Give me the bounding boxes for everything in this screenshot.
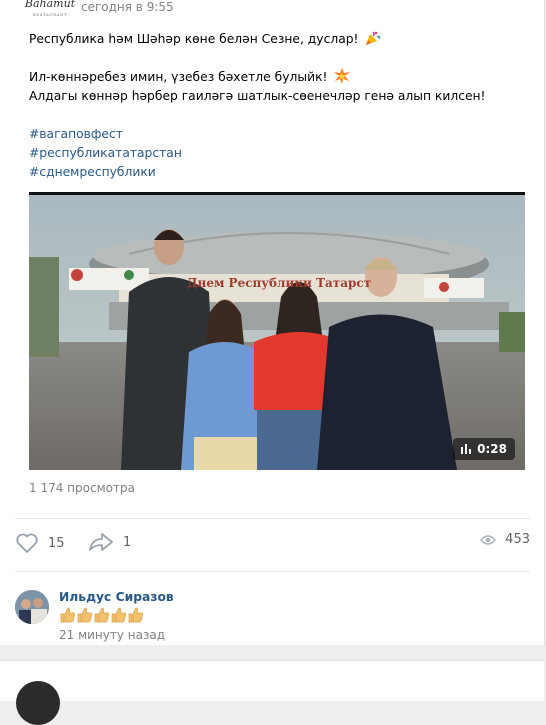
- logo-subtext: RESTAURANT: [32, 12, 68, 17]
- hashtag-link[interactable]: #республикататарстан: [29, 146, 182, 160]
- hashtag-link[interactable]: #вагаповфест: [29, 127, 123, 141]
- logo-text: Bahamut: [24, 0, 76, 10]
- post-line: Ил-көннәребез имин, үзебез бәхетле булый…: [29, 68, 529, 87]
- thumbs-up-icon: [94, 607, 109, 623]
- post-card: Bahamut RESTAURANT сегодня в 9:55 Респуб…: [0, 0, 545, 645]
- thumbs-up-icon: [128, 607, 143, 623]
- collision-icon: [334, 68, 351, 84]
- comment-item: Ильдус Сиразов 21 минуту назад: [15, 588, 530, 642]
- post-timestamp[interactable]: сегодня в 9:55: [81, 0, 174, 14]
- party-popper-icon: [366, 31, 381, 45]
- share-arrow-icon: [89, 533, 113, 551]
- heart-icon: [16, 533, 38, 553]
- views-indicator: 453: [480, 532, 530, 547]
- comment-time[interactable]: 21 минуту назад: [59, 628, 165, 642]
- video-banner-text: Днем Республики Татарст: [186, 276, 372, 290]
- comment-author[interactable]: Ильдус Сиразов: [59, 590, 174, 604]
- views-count: 453: [505, 532, 530, 547]
- post-line: Республика һәм Шәһәр көне белән Сезне, д…: [29, 30, 529, 49]
- video-duration-badge: 0:28: [453, 438, 515, 460]
- post-actions: 15 1 453: [15, 532, 530, 558]
- thumbs-up-icon: [77, 607, 92, 623]
- next-post-card: [0, 660, 544, 725]
- avatar[interactable]: [15, 590, 49, 624]
- post-line-text: Республика һәм Шәһәр көне белән Сезне, д…: [29, 32, 359, 46]
- post-line-text: Ил-көннәребез имин, үзебез бәхетле булый…: [29, 70, 328, 84]
- video-thumbnail: [29, 192, 525, 470]
- post-text: Республика һәм Шәһәр көне белән Сезне, д…: [29, 30, 529, 182]
- video-views-count: 1 174 просмотра: [29, 481, 135, 495]
- eye-icon: [480, 534, 497, 545]
- shares-count: 1: [123, 534, 132, 550]
- thumbs-up-icon: [111, 607, 126, 623]
- comment-reaction: [59, 607, 143, 625]
- thumbs-up-icon: [60, 607, 75, 623]
- post-line: Алдагы көннәр һәрбер гаиләгә шатлык-сөен…: [29, 87, 529, 106]
- video-duration: 0:28: [477, 442, 507, 456]
- avatar-image: [15, 590, 49, 624]
- community-logo[interactable]: Bahamut RESTAURANT: [24, 0, 76, 18]
- divider: [15, 571, 530, 572]
- video-player[interactable]: Днем Республики Татарст 0:28: [29, 192, 525, 470]
- post-line-text: Алдагы көннәр һәрбер гаиләгә шатлык-сөен…: [29, 89, 486, 103]
- share-button[interactable]: 1: [88, 532, 131, 552]
- hashtag-link[interactable]: #сднемреспублики: [29, 165, 156, 179]
- video-top-bar: [29, 192, 525, 195]
- divider: [15, 518, 530, 519]
- likes-count: 15: [48, 535, 65, 551]
- like-button[interactable]: 15: [15, 532, 65, 554]
- avatar[interactable]: [16, 681, 60, 725]
- video-banner: Днем Республики Татарст: [169, 272, 389, 294]
- video-bars-icon: [461, 444, 472, 454]
